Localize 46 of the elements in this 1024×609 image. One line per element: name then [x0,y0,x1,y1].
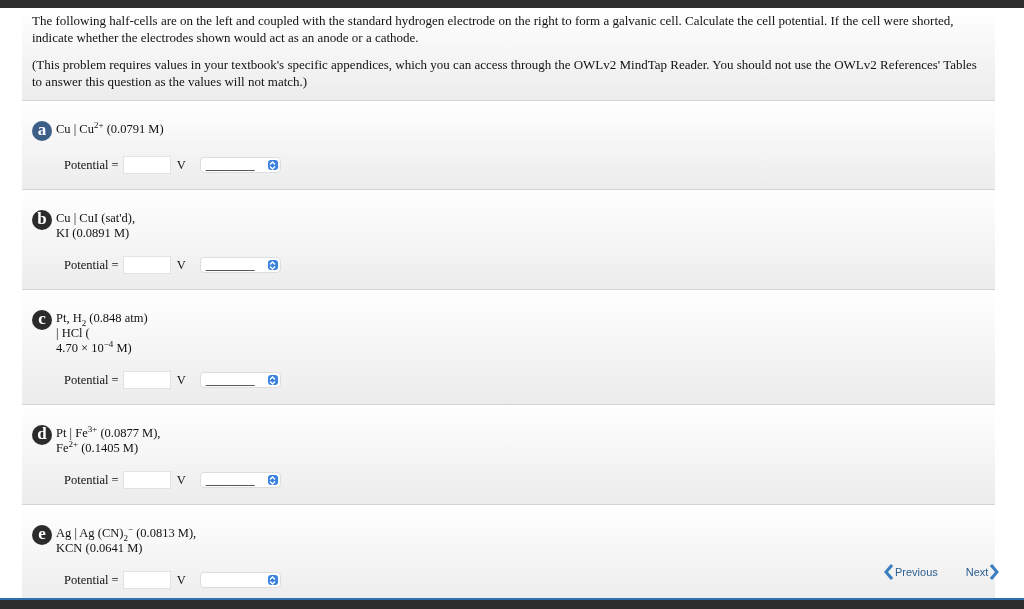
part-letter-badge: d [32,425,52,445]
unit-label: V [176,257,186,273]
stepper-icon [267,375,278,385]
half-cell-text: | HCl ( [56,326,91,341]
half-cell-text: Pt, H$_{2}$ (0.848 atm) [56,311,148,326]
potential-label: Potential = [64,157,119,173]
electrode-dropdown[interactable]: ________ [199,257,281,273]
unit-label: V [176,372,186,388]
stepper-icon [267,575,278,585]
half-cell-text: Cu | CuI (sat'd), [56,211,136,226]
half-cell-text: Ag | Ag (CN)$_{2}$$^{−}$ (0.0813 M), [56,526,197,541]
previous-button[interactable]: Previous [884,564,938,580]
potential-input[interactable] [122,256,171,274]
stepper-icon [267,160,278,170]
chevron-right-icon [990,564,1000,580]
part-letter-badge: a [32,121,52,141]
potential-label: Potential = [64,372,119,388]
half-cell-text: Fe$^{2+}$ (0.1405 M) [56,441,140,456]
part-letter-badge: e [32,525,52,545]
electrode-dropdown[interactable] [199,572,281,588]
stepper-icon [267,475,278,485]
electrode-dropdown[interactable]: ________ [199,372,281,388]
potential-label: Potential = [64,472,119,488]
instruction-paragraph: The following half-cells are on the left and coupled with the standard hydrogen electrode on the right to form a galvanic cell. Calculate the cell potential. If the cell were shorted, indicate whether the electrodes shown would act as an anode or a cathode. [32,12,955,46]
chevron-left-icon [884,564,893,580]
potential-input[interactable] [122,471,171,489]
unit-label: V [176,472,186,488]
unit-label: V [176,572,186,588]
half-cell-text: KCN (0.0641 M) [56,541,144,556]
potential-input[interactable] [122,156,171,174]
stepper-icon [267,260,278,270]
electrode-dropdown[interactable]: ________ [199,157,281,173]
potential-input[interactable] [122,571,171,589]
instruction-paragraph: (This problem requires values in your textbook's specific appendices, which you can access through the OWLv2 MindTap Reader. You should not use the OWLv2 References' Tables to answer this question as the values will not match.) [32,56,978,90]
part-letter-badge: c [32,310,52,330]
potential-label: Potential = [64,572,119,588]
part-letter-badge: b [32,210,52,230]
half-cell-text: KI (0.0891 M) [56,226,131,241]
unit-label: V [176,157,186,173]
half-cell-text: 4.70 × 10$^{−4}$ M) [56,341,133,356]
electrode-dropdown[interactable]: ________ [199,472,281,488]
half-cell-text: Cu | Cu$^{2+}$ (0.0791 M) [56,122,164,137]
potential-label: Potential = [64,257,119,273]
half-cell-text: Pt | Fe$^{3+}$ (0.0877 M), [56,426,161,440]
next-button[interactable]: Next [965,564,1000,580]
potential-input[interactable] [122,371,171,389]
